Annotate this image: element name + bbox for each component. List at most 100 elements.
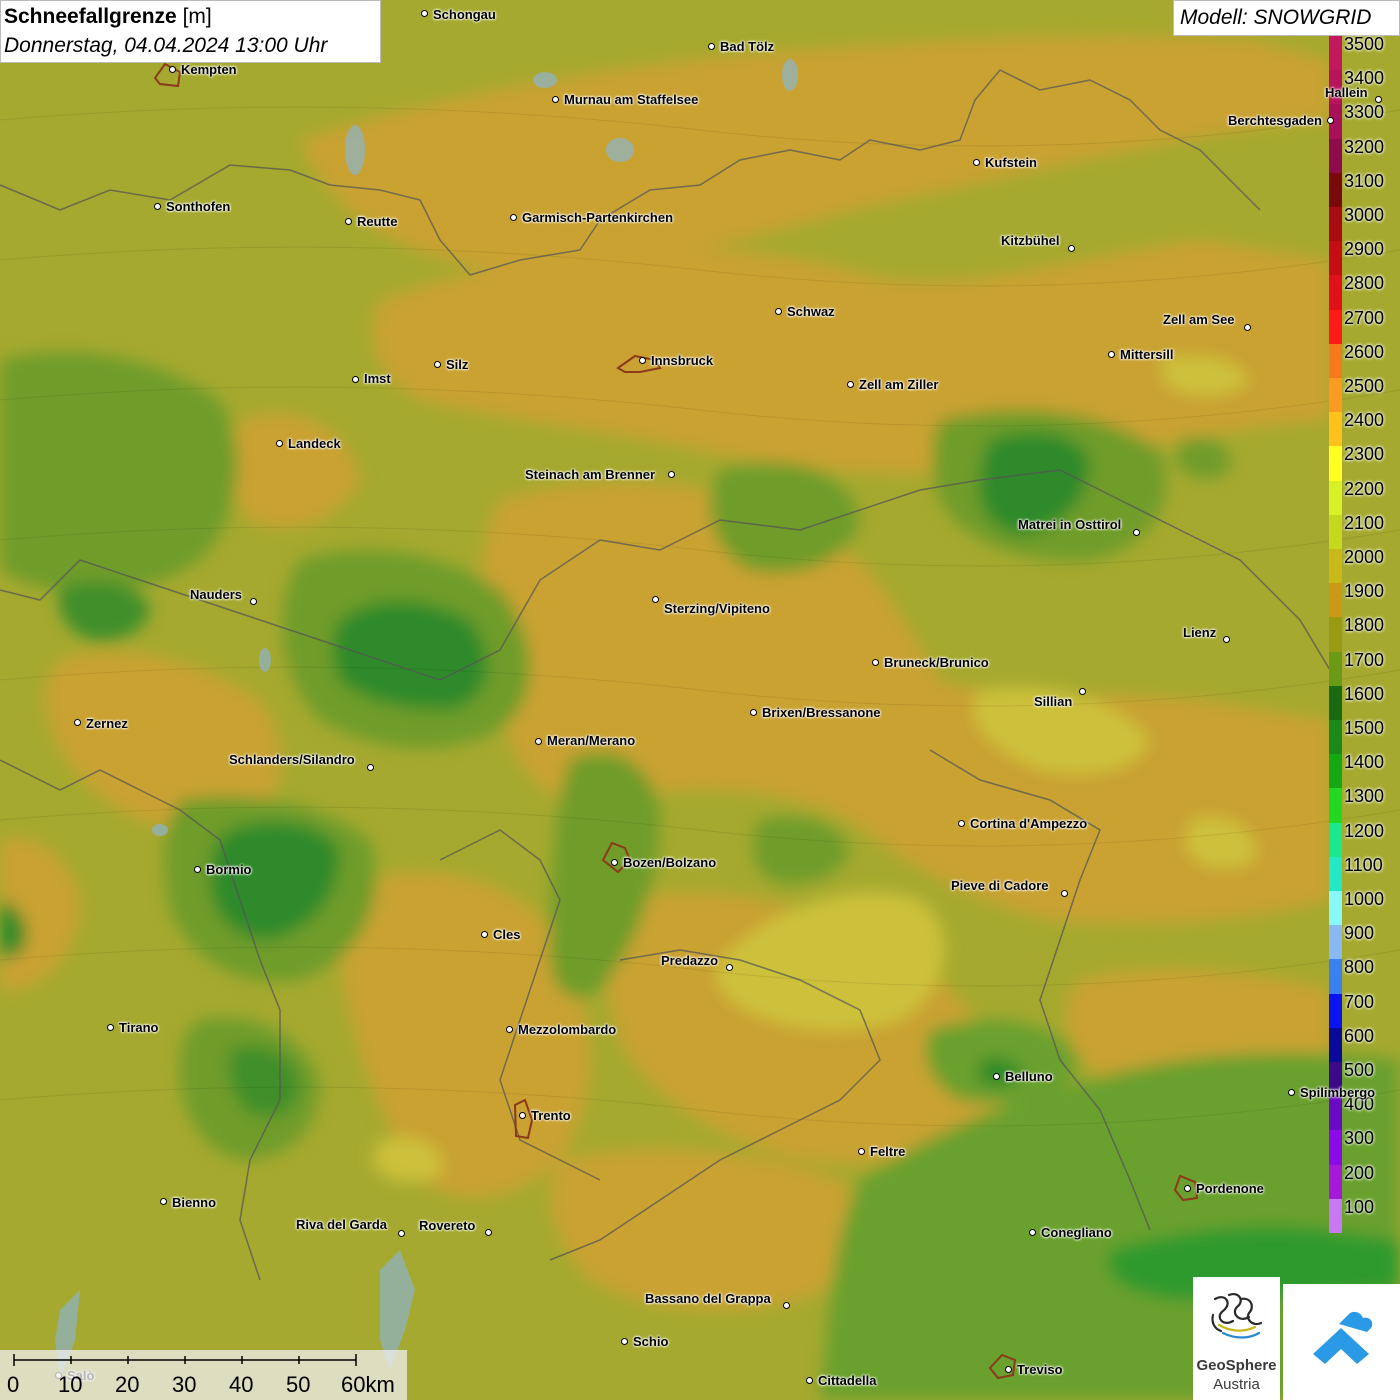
app-logo[interactable] <box>1283 1284 1400 1400</box>
geosphere-austria-logo[interactable]: GeoSphere Austria <box>1193 1277 1280 1400</box>
city-marker[interactable] <box>505 1025 513 1033</box>
city-marker[interactable] <box>1004 1365 1012 1373</box>
city-marker[interactable] <box>1374 95 1382 103</box>
legend-label: 600 <box>1344 1025 1375 1046</box>
city-marker[interactable] <box>159 1197 167 1205</box>
city-marker[interactable] <box>344 217 352 225</box>
city-marker[interactable] <box>1028 1228 1036 1236</box>
legend-label: 2500 <box>1344 376 1385 396</box>
scale-label-20: 20 <box>115 1372 140 1397</box>
city-marker[interactable] <box>610 858 618 866</box>
city-marker[interactable] <box>275 439 283 447</box>
city-marker[interactable] <box>857 1147 865 1155</box>
city-label: Landeck <box>288 436 341 451</box>
legend-swatch <box>1329 891 1342 926</box>
city-label: Pordenone <box>1196 1181 1264 1196</box>
city-label: Kitzbühel <box>1001 233 1060 248</box>
legend-swatch <box>1329 1096 1342 1131</box>
city-marker[interactable] <box>1107 350 1115 358</box>
city-label: Schlanders/Silandro <box>229 752 355 767</box>
legend-swatch <box>1329 480 1342 516</box>
city-marker[interactable] <box>518 1111 526 1119</box>
legend-label: 2200 <box>1344 478 1385 499</box>
legend-label: 2700 <box>1344 307 1385 328</box>
city-marker[interactable] <box>1060 889 1068 897</box>
city-marker[interactable] <box>805 1376 813 1384</box>
city-label: Bormio <box>206 862 252 877</box>
legend-label: 700 <box>1344 991 1375 1012</box>
legend-swatch <box>1329 378 1342 413</box>
city-marker[interactable] <box>774 307 782 315</box>
city-marker[interactable] <box>480 930 488 938</box>
city-marker[interactable] <box>1287 1088 1295 1096</box>
city-marker[interactable] <box>484 1228 492 1236</box>
city-marker[interactable] <box>1067 244 1075 252</box>
city-label: Sonthofen <box>166 199 231 214</box>
city-label: Schwaz <box>787 304 835 319</box>
city-marker[interactable] <box>366 763 374 771</box>
city-label: Innsbruck <box>651 353 714 368</box>
legend-label: 200 <box>1344 1162 1375 1183</box>
city-marker[interactable] <box>1132 528 1140 536</box>
city-marker[interactable] <box>420 9 428 17</box>
legend-swatch <box>1329 1164 1342 1200</box>
city-label: Tirano <box>119 1020 159 1035</box>
color-legend: 3500 3400 3300 3200 3100 3000 2900 2800 2700 2600… <box>1329 34 1400 1234</box>
city-marker[interactable] <box>153 202 161 210</box>
city-marker[interactable] <box>871 658 879 666</box>
city-marker[interactable] <box>957 819 965 827</box>
city-marker[interactable] <box>249 597 257 605</box>
legend-swatch <box>1329 583 1342 618</box>
city-marker[interactable] <box>351 375 359 383</box>
city-label: Zell am Ziller <box>859 377 939 392</box>
city-marker[interactable] <box>1078 687 1086 695</box>
city-marker[interactable] <box>972 158 980 166</box>
geosphere-logo-text-2: Austria <box>1213 1376 1260 1393</box>
city-label: Berchtesgaden <box>1228 113 1322 128</box>
city-marker[interactable] <box>707 42 715 50</box>
city-marker[interactable] <box>749 708 757 716</box>
scale-label-50: 50 <box>286 1372 311 1397</box>
city-label: Steinach am Brenner <box>525 467 656 482</box>
city-label: Riva del Garda <box>296 1217 388 1232</box>
city-marker[interactable] <box>992 1072 1000 1080</box>
legend-swatch <box>1329 822 1342 858</box>
legend-swatch <box>1329 36 1342 71</box>
city-marker[interactable] <box>620 1337 628 1345</box>
city-marker[interactable] <box>651 595 659 603</box>
city-marker[interactable] <box>725 963 733 971</box>
city-label: Imst <box>364 371 391 386</box>
city-marker[interactable] <box>193 865 201 873</box>
city-marker[interactable] <box>638 356 646 364</box>
legend-swatch <box>1329 856 1342 892</box>
city-marker[interactable] <box>1183 1184 1191 1192</box>
city-label: Conegliano <box>1041 1225 1112 1240</box>
city-marker[interactable] <box>1243 323 1251 331</box>
city-marker[interactable] <box>551 95 559 103</box>
legend-label: 2800 <box>1344 273 1385 294</box>
city-marker[interactable] <box>846 380 854 388</box>
city-marker[interactable] <box>1326 116 1334 124</box>
city-label: Trento <box>531 1108 571 1123</box>
legend-label: 300 <box>1344 1128 1375 1149</box>
city-marker[interactable] <box>509 213 517 221</box>
city-marker[interactable] <box>397 1229 405 1237</box>
city-marker[interactable] <box>73 718 81 726</box>
city-marker[interactable] <box>433 360 441 368</box>
blue-arrow-cloud-icon <box>1313 1311 1373 1364</box>
city-marker[interactable] <box>782 1301 790 1309</box>
legend-swatch <box>1329 514 1342 550</box>
city-label: Matrei in Osttirol <box>1018 517 1122 532</box>
legend-swatch <box>1329 788 1342 824</box>
scale-label-40: 40 <box>229 1372 254 1397</box>
legend-label: 2600 <box>1344 341 1385 362</box>
legend-swatch <box>1329 993 1342 1029</box>
legend-label: 2100 <box>1344 512 1385 533</box>
city-marker[interactable] <box>1222 635 1230 643</box>
legend-swatch <box>1329 617 1342 653</box>
city-marker[interactable] <box>106 1023 114 1031</box>
city-marker[interactable] <box>168 65 176 73</box>
city-marker[interactable] <box>667 470 675 478</box>
scale-label-60: 60km <box>341 1372 395 1397</box>
city-marker[interactable] <box>534 737 542 745</box>
